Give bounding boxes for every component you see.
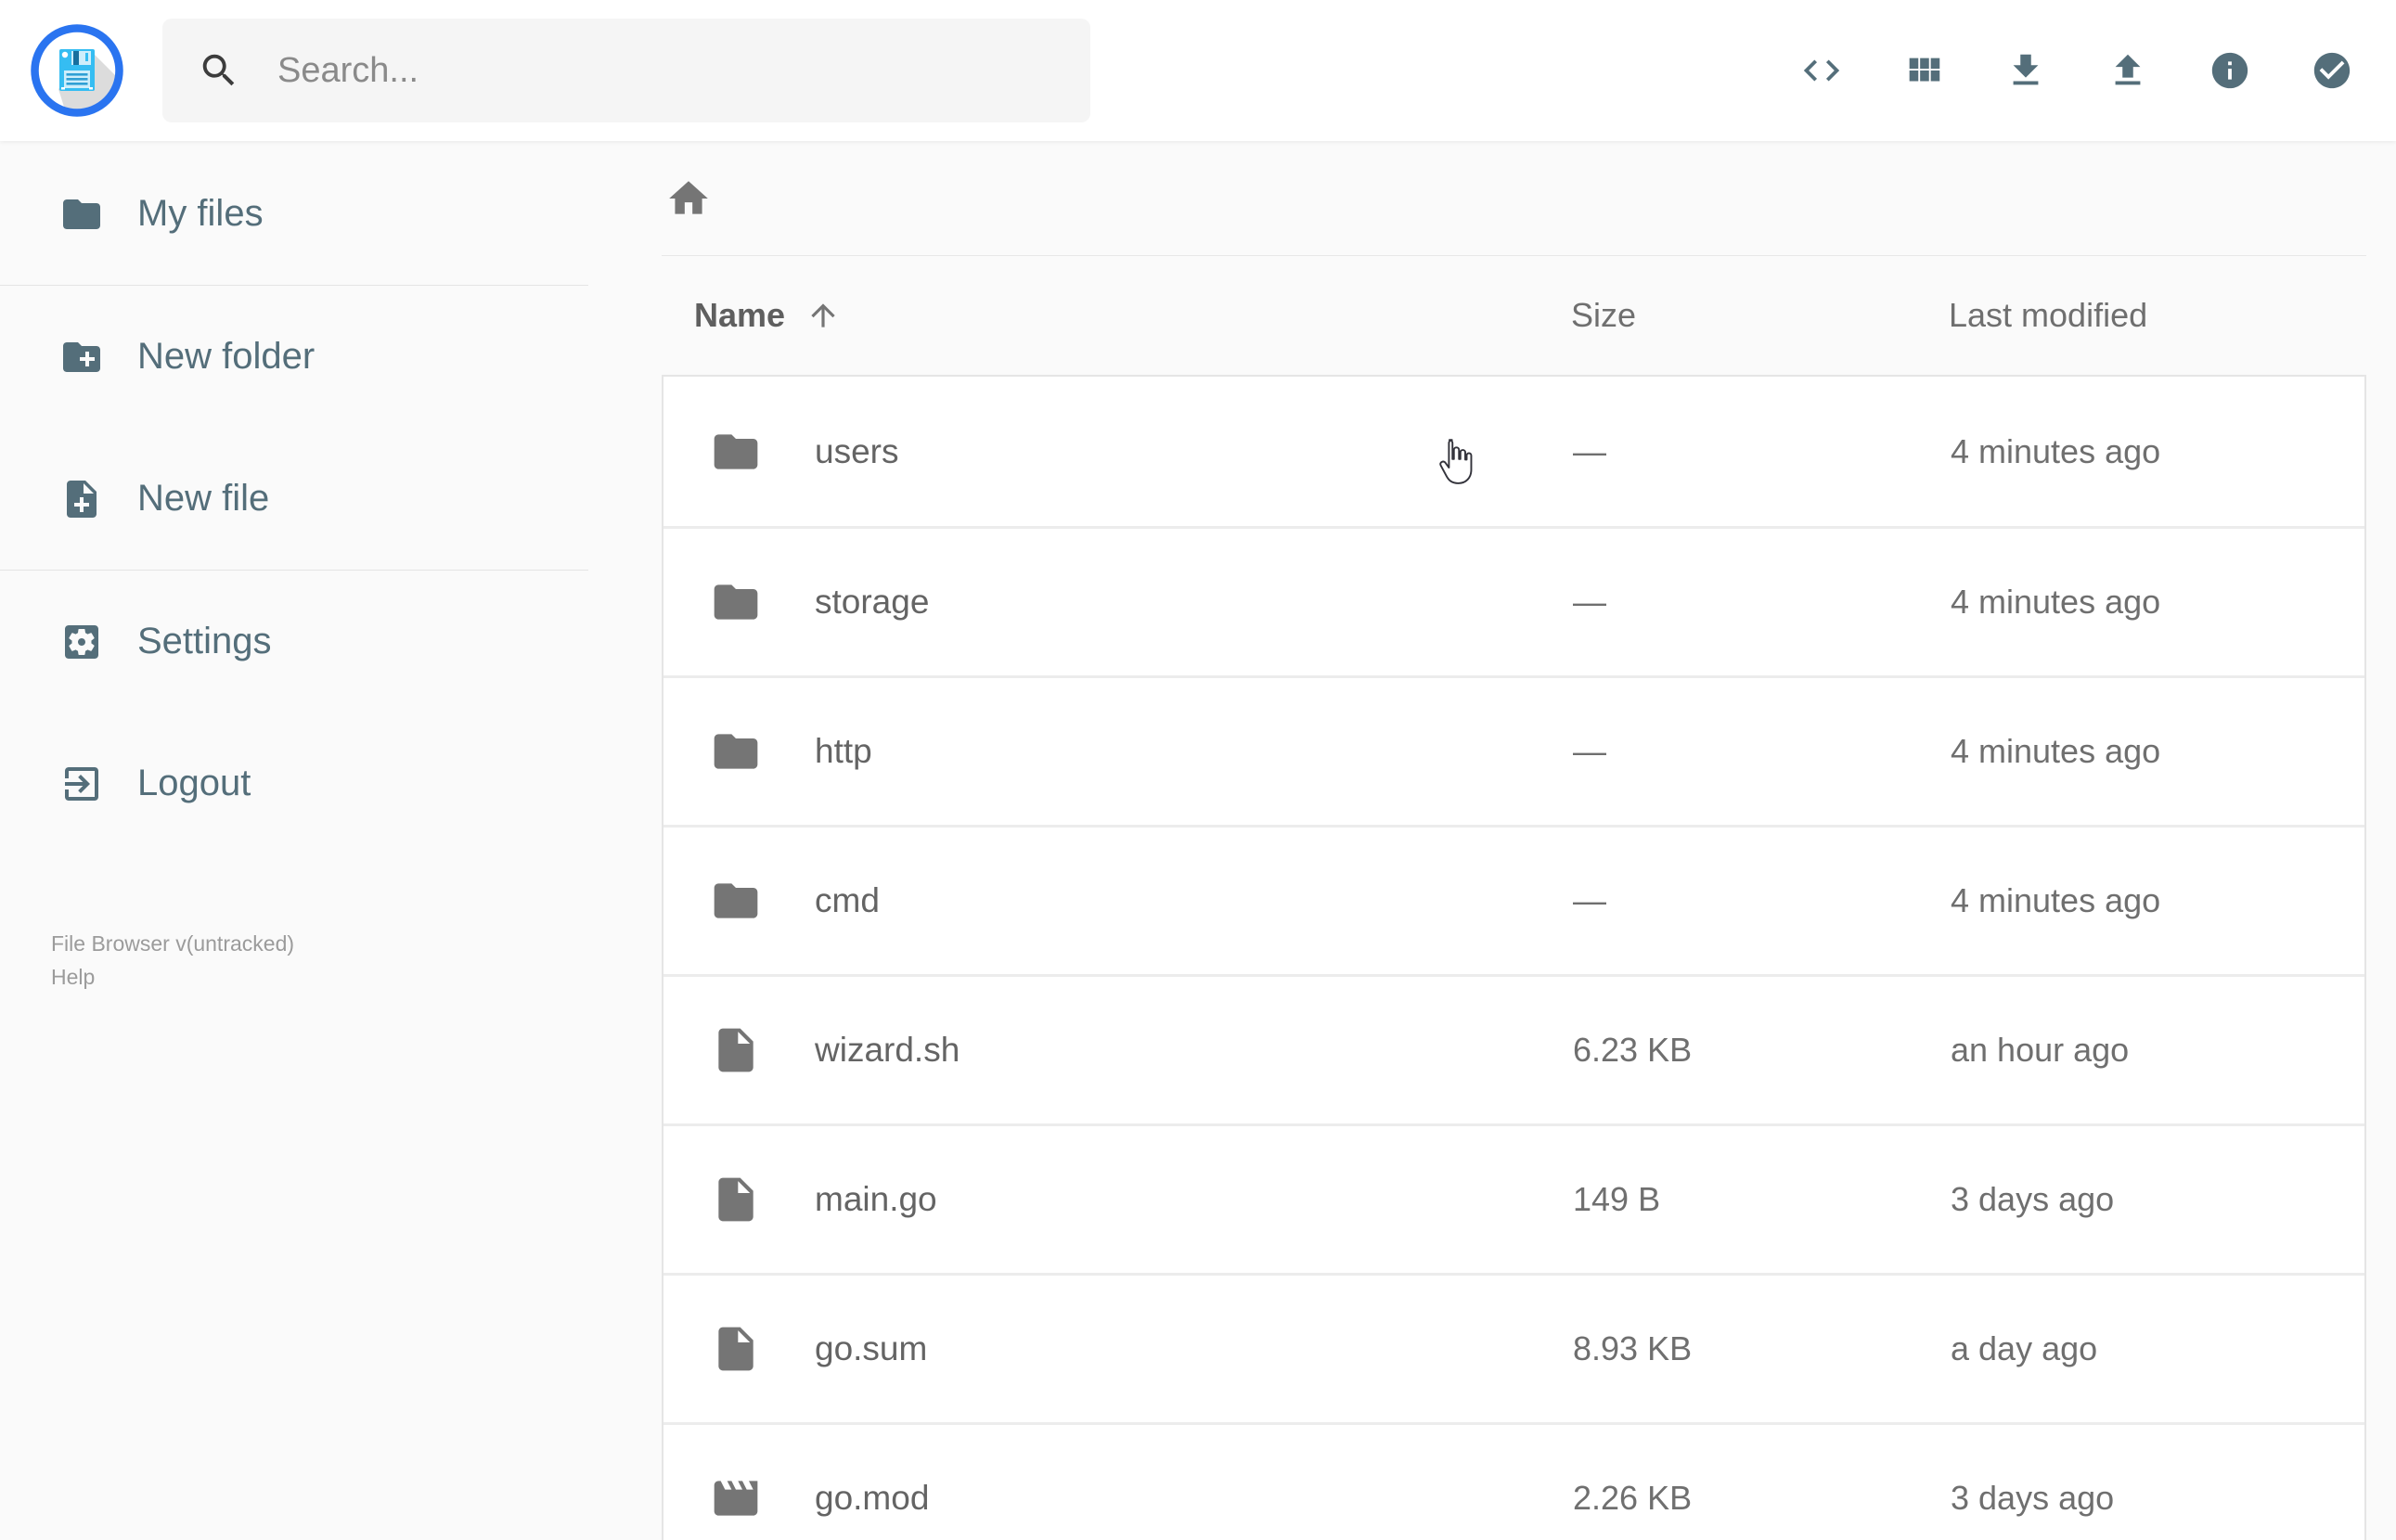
- table-row[interactable]: main.go 149 B 3 days ago: [663, 1123, 2364, 1273]
- header-toolbar: [1800, 49, 2353, 92]
- breadcrumb: [662, 141, 2366, 256]
- file-name: storage: [815, 583, 930, 621]
- file-name: go.mod: [815, 1479, 930, 1517]
- create-new-folder-icon: [63, 341, 100, 372]
- folder-icon: [710, 426, 762, 478]
- file-name: go.sum: [815, 1329, 928, 1367]
- top-header: [0, 0, 2396, 141]
- file-name: main.go: [815, 1180, 937, 1218]
- file-name: cmd: [815, 881, 880, 919]
- sidebar-item-label: Logout: [137, 763, 251, 803]
- file-name-cell: go.sum: [663, 1323, 1573, 1375]
- sidebar-item-label: New file: [137, 478, 270, 519]
- file-size: —: [1573, 583, 1606, 621]
- switch-view-button[interactable]: [1902, 49, 1945, 92]
- file-size: 2.26 KB: [1573, 1479, 1693, 1517]
- sort-ascending-icon: [811, 303, 835, 327]
- sidebar-item-label: Settings: [137, 621, 272, 661]
- folder-icon: [710, 725, 762, 777]
- file-modified: 3 days ago: [1951, 1479, 2115, 1517]
- select-multiple-button[interactable]: [2311, 49, 2353, 92]
- folder-icon: [710, 875, 762, 927]
- check-circle-icon: [2313, 52, 2351, 89]
- table-row[interactable]: wizard.sh 6.23 KB an hour ago: [663, 974, 2364, 1123]
- table-row[interactable]: go.mod 2.26 KB 3 days ago: [663, 1422, 2364, 1540]
- file-modified: 4 minutes ago: [1951, 881, 2161, 919]
- file-name-cell: cmd: [663, 875, 1573, 927]
- sidebar-item-label: My files: [137, 193, 264, 234]
- file-modified: 4 minutes ago: [1951, 431, 2161, 470]
- file-size: —: [1573, 431, 1606, 470]
- file-list: users — 4 minutes ago storage — 4 minute…: [662, 375, 2366, 1540]
- app-version: File Browser v(untracked): [51, 931, 295, 956]
- folder-icon: [710, 576, 762, 628]
- file-name-cell: go.mod: [663, 1472, 1573, 1524]
- file-modified: an hour ago: [1951, 1031, 2130, 1069]
- table-row[interactable]: users — 4 minutes ago: [663, 377, 2364, 526]
- help-link[interactable]: Help: [51, 960, 95, 994]
- file-icon: [710, 1323, 762, 1375]
- file-name-cell: main.go: [663, 1174, 1573, 1226]
- file-name-cell: users: [663, 426, 1573, 478]
- file-size: 149 B: [1573, 1180, 1661, 1218]
- sidebar-item-new-file[interactable]: New file: [0, 428, 588, 570]
- file-name-cell: storage: [663, 576, 1573, 628]
- sidebar-item-logout[interactable]: Logout: [0, 712, 588, 854]
- file-size: 6.23 KB: [1573, 1031, 1693, 1069]
- settings-icon: [65, 624, 98, 659]
- sidebar-footer: File Browser v(untracked) Help: [0, 927, 588, 994]
- note-add-icon: [67, 480, 97, 518]
- table-row[interactable]: go.sum 8.93 KB a day ago: [663, 1273, 2364, 1422]
- listing-header: Name Size Last modified: [662, 256, 2366, 375]
- file-size: 8.93 KB: [1573, 1329, 1693, 1367]
- upload-button[interactable]: [2106, 49, 2149, 92]
- column-header-modified[interactable]: Last modified: [1949, 296, 2366, 335]
- download-button[interactable]: [2004, 49, 2047, 92]
- file-modified: 4 minutes ago: [1951, 583, 2161, 621]
- sidebar: My files New folder New file Settings Lo…: [0, 141, 588, 1540]
- sidebar-item-settings[interactable]: Settings: [0, 571, 588, 712]
- sidebar-item-label: New folder: [137, 336, 316, 377]
- file-icon: [710, 1024, 762, 1076]
- body-wrap: My files New folder New file Settings Lo…: [0, 141, 2396, 1540]
- grid-view-icon: [1909, 58, 1940, 82]
- column-name-label: Name: [694, 296, 786, 334]
- file-browser-logo[interactable]: [31, 24, 123, 117]
- file-name: wizard.sh: [815, 1031, 960, 1069]
- info-button[interactable]: [2209, 49, 2251, 92]
- file-icon: [710, 1174, 762, 1226]
- upload-icon: [2115, 54, 2141, 85]
- download-icon: [2013, 54, 2039, 85]
- column-header-name[interactable]: Name: [662, 296, 1571, 335]
- main-content: Name Size Last modified users — 4 minute…: [588, 141, 2396, 1540]
- search-input[interactable]: [277, 50, 1055, 91]
- file-name: users: [815, 431, 899, 470]
- file-modified: 4 minutes ago: [1951, 732, 2161, 770]
- folder-icon: [63, 199, 100, 229]
- search-bar[interactable]: [162, 19, 1090, 122]
- home-icon[interactable]: [665, 175, 712, 222]
- file-modified: 3 days ago: [1951, 1180, 2115, 1218]
- table-row[interactable]: cmd — 4 minutes ago: [663, 825, 2364, 974]
- file-name: http: [815, 732, 872, 770]
- column-header-size[interactable]: Size: [1571, 296, 1949, 335]
- code-icon: [1803, 59, 1840, 82]
- table-row[interactable]: http — 4 minutes ago: [663, 675, 2364, 825]
- file-size: —: [1573, 881, 1606, 919]
- file-name-cell: http: [663, 725, 1573, 777]
- file-modified: a day ago: [1951, 1329, 2098, 1367]
- sidebar-item-my-files[interactable]: My files: [0, 143, 588, 285]
- logout-icon: [65, 766, 98, 801]
- file-size: —: [1573, 732, 1606, 770]
- file-name-cell: wizard.sh: [663, 1024, 1573, 1076]
- table-row[interactable]: storage — 4 minutes ago: [663, 526, 2364, 675]
- shell-toggle-button[interactable]: [1800, 49, 1843, 92]
- sidebar-item-new-folder[interactable]: New folder: [0, 286, 588, 428]
- info-icon: [2211, 52, 2248, 89]
- search-icon: [202, 54, 235, 86]
- movie-icon: [710, 1472, 762, 1524]
